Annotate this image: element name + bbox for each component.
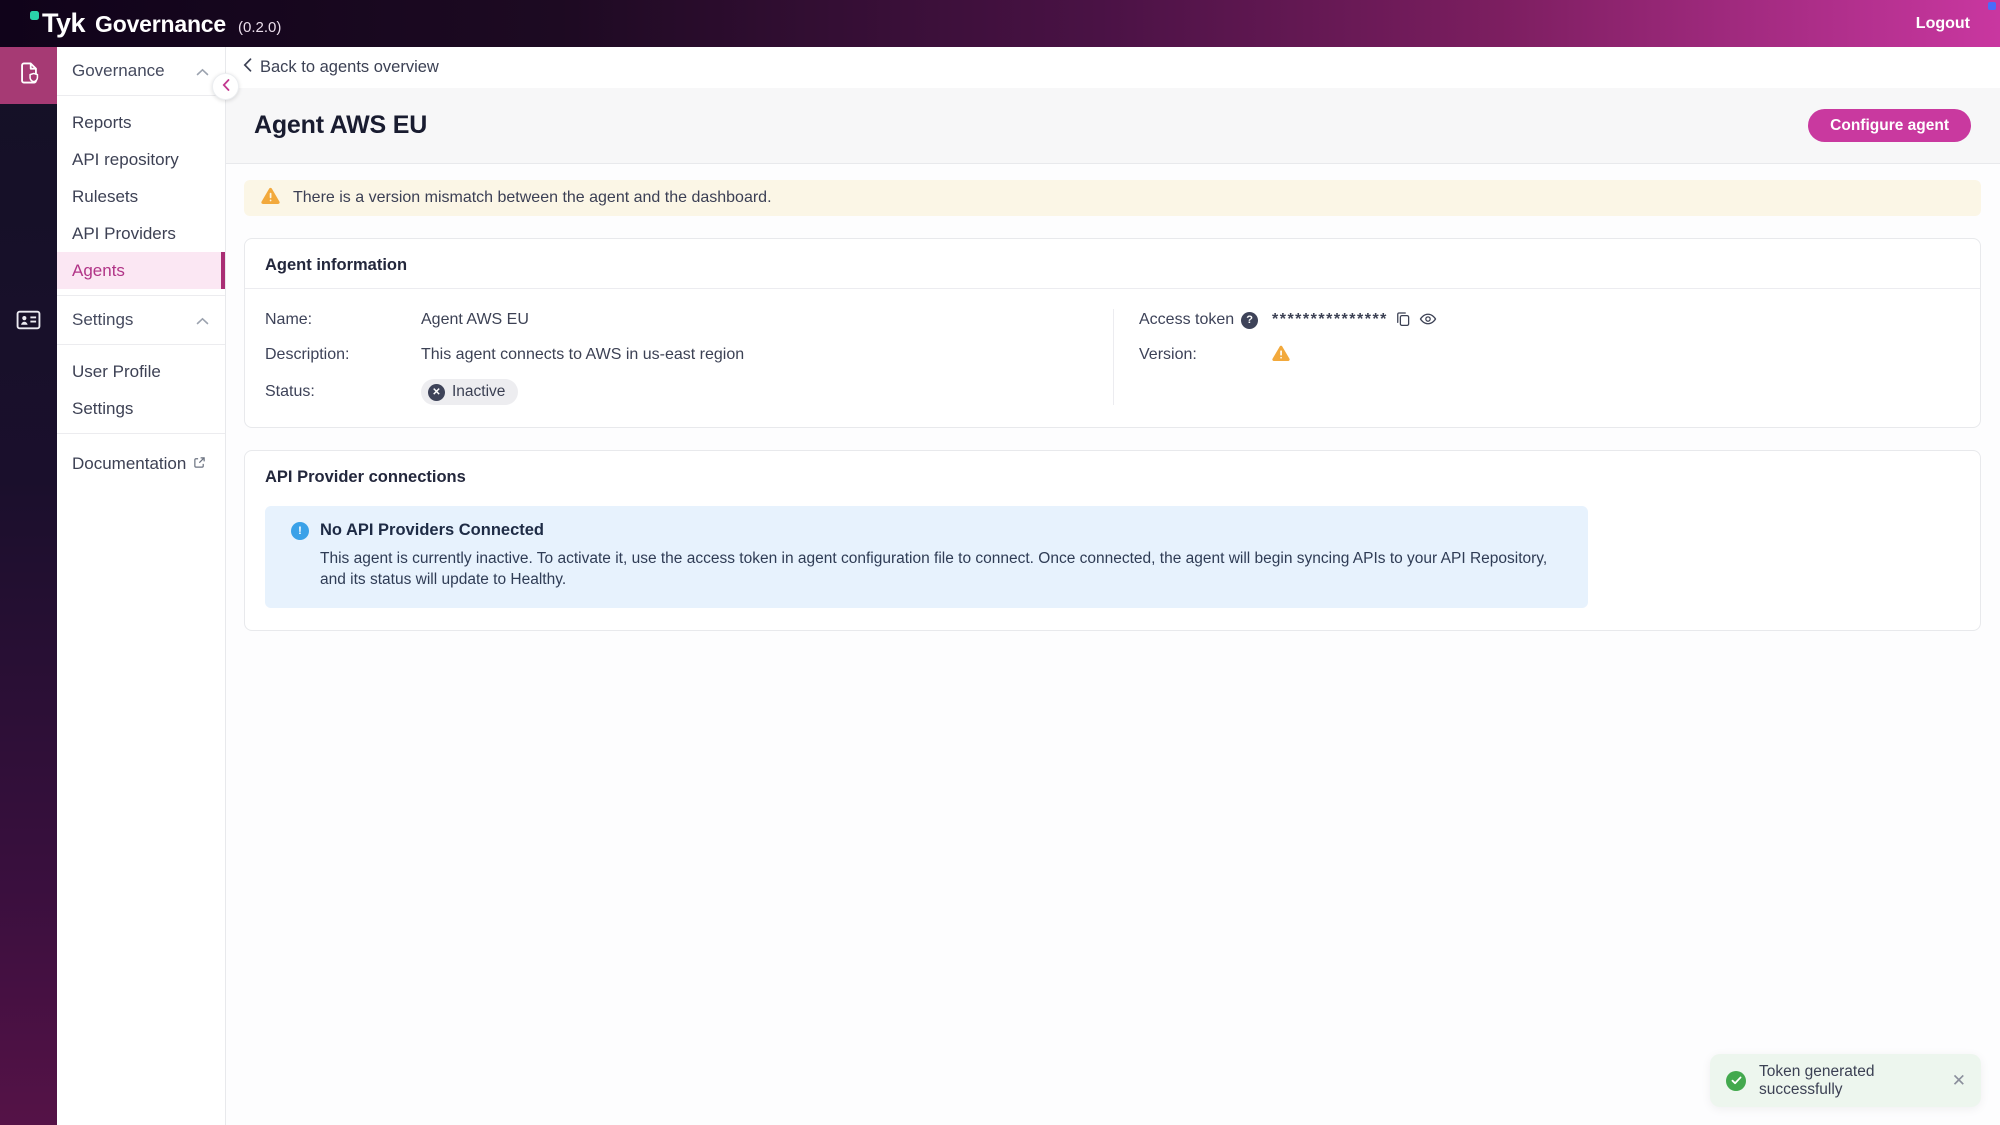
agent-information-body: Name: Agent AWS EU Description: This age… — [245, 289, 1980, 427]
product-name: Governance — [95, 11, 226, 38]
rail-profile-tile[interactable] — [0, 310, 57, 334]
version-tag: (0.2.0) — [238, 19, 281, 36]
copy-token-button[interactable] — [1394, 310, 1412, 331]
tyk-logo-text: Tyk — [42, 8, 85, 38]
back-bar: Back to agents overview — [226, 47, 2000, 88]
chevron-up-icon — [196, 61, 209, 81]
access-token-value: *************** — [1272, 311, 1388, 329]
chevron-left-icon — [222, 79, 230, 94]
corner-dot — [1988, 2, 1996, 10]
page-title: Agent AWS EU — [254, 111, 427, 140]
access-token-label-wrap: Access token ? — [1139, 311, 1272, 329]
version-warning-icon — [1272, 345, 1290, 366]
reveal-token-button[interactable] — [1418, 310, 1438, 331]
description-value: This agent connects to AWS in us-east re… — [421, 346, 744, 364]
id-card-icon — [16, 309, 41, 336]
access-token-label: Access token — [1139, 311, 1234, 329]
sidebar: Governance Reports API repository Rulese… — [57, 47, 226, 1125]
document-shield-icon — [16, 60, 42, 91]
sidebar-collapse-button[interactable] — [212, 73, 239, 100]
main-area: Back to agents overview Agent AWS EU Con… — [226, 47, 2000, 1125]
x-circle-icon: ✕ — [428, 384, 445, 401]
access-token-value-wrap: *************** — [1272, 310, 1438, 331]
logout-button[interactable]: Logout — [1916, 15, 1970, 33]
sidebar-item-api-providers[interactable]: API Providers — [57, 215, 225, 252]
status-badge-label: Inactive — [452, 383, 505, 401]
name-label: Name: — [265, 311, 421, 329]
warning-triangle-icon — [261, 187, 280, 209]
version-label: Version: — [1139, 346, 1272, 364]
api-provider-connections-title: API Provider connections — [245, 451, 1980, 500]
sidebar-item-api-repository[interactable]: API repository — [57, 141, 225, 178]
eye-icon — [1418, 310, 1438, 331]
copy-icon — [1394, 310, 1412, 331]
toast-notification: Token generated successfully ✕ — [1710, 1054, 1981, 1107]
api-provider-connections-card: API Provider connections ! No API Provid… — [244, 450, 1981, 631]
sidebar-section-label: Governance — [72, 61, 165, 81]
documentation-label: Documentation — [72, 454, 186, 474]
agent-info-left-column: Name: Agent AWS EU Description: This age… — [265, 309, 1113, 405]
agent-information-title: Agent information — [245, 239, 1980, 288]
app-root: Tyk Governance (0.2.0) Logout — [0, 0, 2000, 1125]
tyk-logo-dot-icon — [30, 11, 39, 20]
page-content: There is a version mismatch between the … — [226, 164, 2000, 631]
no-providers-heading-row: ! No API Providers Connected — [291, 521, 1570, 540]
configure-agent-button[interactable]: Configure agent — [1808, 109, 1971, 142]
status-row: Status: ✕ Inactive — [265, 379, 1113, 405]
icon-rail — [0, 47, 57, 1125]
banner-message: There is a version mismatch between the … — [293, 189, 772, 207]
sidebar-item-rulesets[interactable]: Rulesets — [57, 178, 225, 215]
info-circle-icon: ! — [291, 522, 309, 540]
success-check-icon — [1726, 1071, 1746, 1091]
no-providers-title: No API Providers Connected — [320, 521, 544, 540]
sidebar-section-settings[interactable]: Settings — [57, 296, 225, 344]
toast-message: Token generated successfully — [1759, 1063, 1952, 1099]
sidebar-group-governance: Reports API repository Rulesets API Prov… — [57, 96, 225, 295]
name-value: Agent AWS EU — [421, 311, 529, 329]
back-to-agents-link[interactable]: Back to agents overview — [243, 58, 439, 77]
version-row: Version: — [1139, 344, 1960, 366]
status-badge: ✕ Inactive — [421, 379, 518, 405]
sidebar-item-reports[interactable]: Reports — [57, 104, 225, 141]
chevron-up-icon — [196, 310, 209, 330]
status-label: Status: — [265, 383, 421, 401]
agent-information-card: Agent information Name: Agent AWS EU Des… — [244, 238, 1981, 428]
rail-governance-tile[interactable] — [0, 47, 57, 104]
toast-close-button[interactable]: ✕ — [1952, 1072, 1966, 1089]
external-link-icon — [193, 454, 206, 474]
access-token-row: Access token ? *************** — [1139, 309, 1960, 331]
sidebar-group-settings: User Profile Settings — [57, 345, 225, 433]
brand-logo: Tyk Governance (0.2.0) — [30, 8, 281, 39]
chevron-left-icon — [243, 58, 252, 77]
sidebar-item-settings[interactable]: Settings — [57, 390, 225, 427]
help-question-icon[interactable]: ? — [1241, 312, 1258, 329]
divider — [57, 433, 225, 434]
no-providers-description: This agent is currently inactive. To act… — [320, 549, 1570, 591]
description-label: Description: — [265, 346, 421, 364]
no-providers-info-box: ! No API Providers Connected This agent … — [265, 506, 1588, 608]
back-link-label: Back to agents overview — [260, 58, 439, 77]
sidebar-item-user-profile[interactable]: User Profile — [57, 353, 225, 390]
tyk-logo: Tyk — [30, 8, 85, 39]
version-mismatch-banner: There is a version mismatch between the … — [244, 180, 1981, 216]
sidebar-section-label: Settings — [72, 310, 133, 330]
sidebar-section-governance[interactable]: Governance — [57, 47, 225, 95]
sidebar-item-agents[interactable]: Agents — [57, 252, 225, 289]
page-header: Agent AWS EU Configure agent — [226, 88, 2000, 164]
top-bar: Tyk Governance (0.2.0) Logout — [0, 0, 2000, 47]
name-row: Name: Agent AWS EU — [265, 309, 1113, 331]
description-row: Description: This agent connects to AWS … — [265, 344, 1113, 366]
sidebar-item-documentation[interactable]: Documentation — [57, 445, 225, 482]
agent-info-right-column: Access token ? *************** — [1113, 309, 1960, 405]
